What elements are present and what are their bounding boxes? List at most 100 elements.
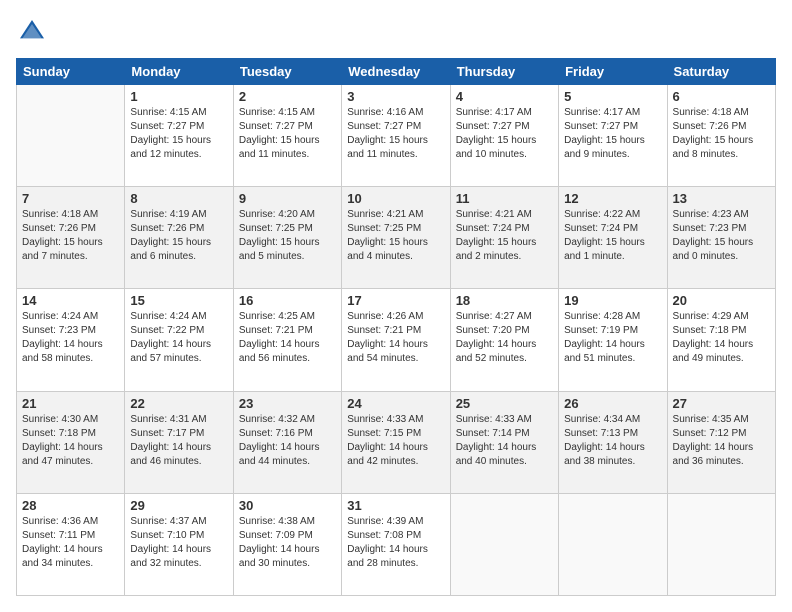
day-number: 14 (22, 293, 119, 308)
cell-info: Sunrise: 4:27 AM Sunset: 7:20 PM Dayligh… (456, 310, 553, 366)
calendar-cell: 7Sunrise: 4:18 AM Sunset: 7:26 PM Daylig… (17, 187, 125, 289)
cell-info: Sunrise: 4:21 AM Sunset: 7:25 PM Dayligh… (347, 208, 444, 264)
day-header-saturday: Saturday (667, 59, 775, 85)
day-header-friday: Friday (559, 59, 667, 85)
cell-info: Sunrise: 4:33 AM Sunset: 7:15 PM Dayligh… (347, 413, 444, 469)
cell-info: Sunrise: 4:19 AM Sunset: 7:26 PM Dayligh… (130, 208, 227, 264)
calendar-cell (667, 493, 775, 595)
cell-info: Sunrise: 4:22 AM Sunset: 7:24 PM Dayligh… (564, 208, 661, 264)
cell-info: Sunrise: 4:23 AM Sunset: 7:23 PM Dayligh… (673, 208, 770, 264)
day-number: 12 (564, 191, 661, 206)
cell-info: Sunrise: 4:32 AM Sunset: 7:16 PM Dayligh… (239, 413, 336, 469)
calendar-cell: 21Sunrise: 4:30 AM Sunset: 7:18 PM Dayli… (17, 391, 125, 493)
calendar-cell (17, 85, 125, 187)
day-number: 16 (239, 293, 336, 308)
calendar-cell: 2 Sunrise: 4:15 AM Sunset: 7:27 PM Daylig… (233, 85, 341, 187)
week-row-5: 28 Sunrise: 4:36 AM Sunset: 7:11 PM Dayli… (17, 493, 776, 595)
cell-info: Sunrise: 4:30 AM Sunset: 7:18 PM Dayligh… (22, 413, 119, 469)
cell-info: Sunrise: 4:16 AM Sunset: 7:27 PM Dayligh… (347, 106, 444, 162)
calendar-cell: 10 Sunrise: 4:21 AM Sunset: 7:25 PM Dayli… (342, 187, 450, 289)
calendar-body: 1 Sunrise: 4:15 AM Sunset: 7:27 PM Daylig… (17, 85, 776, 596)
day-header-row: SundayMondayTuesdayWednesdayThursdayFrid… (17, 59, 776, 85)
calendar-cell: 4 Sunrise: 4:17 AM Sunset: 7:27 PM Daylig… (450, 85, 558, 187)
calendar-cell: 24 Sunrise: 4:33 AM Sunset: 7:15 PM Dayli… (342, 391, 450, 493)
logo (16, 16, 52, 48)
calendar-cell: 27Sunrise: 4:35 AM Sunset: 7:12 PM Dayli… (667, 391, 775, 493)
calendar-cell: 20 Sunrise: 4:29 AM Sunset: 7:18 PM Dayli… (667, 289, 775, 391)
cell-info: Sunrise: 4:20 AM Sunset: 7:25 PM Dayligh… (239, 208, 336, 264)
calendar-cell: 18Sunrise: 4:27 AM Sunset: 7:20 PM Dayli… (450, 289, 558, 391)
day-header-thursday: Thursday (450, 59, 558, 85)
calendar-cell: 29 Sunrise: 4:37 AM Sunset: 7:10 PM Dayli… (125, 493, 233, 595)
day-header-monday: Monday (125, 59, 233, 85)
cell-info: Sunrise: 4:25 AM Sunset: 7:21 PM Dayligh… (239, 310, 336, 366)
calendar-cell: 30Sunrise: 4:38 AM Sunset: 7:09 PM Dayli… (233, 493, 341, 595)
cell-info: Sunrise: 4:15 AM Sunset: 7:27 PM Dayligh… (239, 106, 336, 162)
cell-info: Sunrise: 4:24 AM Sunset: 7:22 PM Dayligh… (130, 310, 227, 366)
day-number: 22 (130, 396, 227, 411)
day-number: 20 (673, 293, 770, 308)
calendar-cell: 15 Sunrise: 4:24 AM Sunset: 7:22 PM Dayli… (125, 289, 233, 391)
day-number: 15 (130, 293, 227, 308)
calendar-cell: 26 Sunrise: 4:34 AM Sunset: 7:13 PM Dayli… (559, 391, 667, 493)
day-header-wednesday: Wednesday (342, 59, 450, 85)
cell-info: Sunrise: 4:17 AM Sunset: 7:27 PM Dayligh… (456, 106, 553, 162)
calendar-cell: 19 Sunrise: 4:28 AM Sunset: 7:19 PM Dayli… (559, 289, 667, 391)
day-number: 30 (239, 498, 336, 513)
cell-info: Sunrise: 4:18 AM Sunset: 7:26 PM Dayligh… (673, 106, 770, 162)
cell-info: Sunrise: 4:36 AM Sunset: 7:11 PM Dayligh… (22, 515, 119, 571)
day-number: 28 (22, 498, 119, 513)
day-header-tuesday: Tuesday (233, 59, 341, 85)
day-number: 11 (456, 191, 553, 206)
cell-info: Sunrise: 4:29 AM Sunset: 7:18 PM Dayligh… (673, 310, 770, 366)
day-number: 10 (347, 191, 444, 206)
calendar-cell (559, 493, 667, 595)
calendar-cell: 9 Sunrise: 4:20 AM Sunset: 7:25 PM Daylig… (233, 187, 341, 289)
day-number: 6 (673, 89, 770, 104)
cell-info: Sunrise: 4:26 AM Sunset: 7:21 PM Dayligh… (347, 310, 444, 366)
cell-info: Sunrise: 4:35 AM Sunset: 7:12 PM Dayligh… (673, 413, 770, 469)
week-row-4: 21Sunrise: 4:30 AM Sunset: 7:18 PM Dayli… (17, 391, 776, 493)
calendar-cell: 6 Sunrise: 4:18 AM Sunset: 7:26 PM Daylig… (667, 85, 775, 187)
header (16, 16, 776, 48)
day-number: 26 (564, 396, 661, 411)
cell-info: Sunrise: 4:17 AM Sunset: 7:27 PM Dayligh… (564, 106, 661, 162)
week-row-3: 14 Sunrise: 4:24 AM Sunset: 7:23 PM Dayli… (17, 289, 776, 391)
day-number: 23 (239, 396, 336, 411)
calendar-cell: 14 Sunrise: 4:24 AM Sunset: 7:23 PM Dayli… (17, 289, 125, 391)
day-number: 4 (456, 89, 553, 104)
cell-info: Sunrise: 4:33 AM Sunset: 7:14 PM Dayligh… (456, 413, 553, 469)
day-number: 5 (564, 89, 661, 104)
calendar-cell: 13 Sunrise: 4:23 AM Sunset: 7:23 PM Dayli… (667, 187, 775, 289)
week-row-2: 7Sunrise: 4:18 AM Sunset: 7:26 PM Daylig… (17, 187, 776, 289)
calendar-cell: 5 Sunrise: 4:17 AM Sunset: 7:27 PM Daylig… (559, 85, 667, 187)
cell-info: Sunrise: 4:37 AM Sunset: 7:10 PM Dayligh… (130, 515, 227, 571)
cell-info: Sunrise: 4:28 AM Sunset: 7:19 PM Dayligh… (564, 310, 661, 366)
cell-info: Sunrise: 4:15 AM Sunset: 7:27 PM Dayligh… (130, 106, 227, 162)
cell-info: Sunrise: 4:34 AM Sunset: 7:13 PM Dayligh… (564, 413, 661, 469)
cell-info: Sunrise: 4:24 AM Sunset: 7:23 PM Dayligh… (22, 310, 119, 366)
cell-info: Sunrise: 4:39 AM Sunset: 7:08 PM Dayligh… (347, 515, 444, 571)
calendar-cell: 25Sunrise: 4:33 AM Sunset: 7:14 PM Dayli… (450, 391, 558, 493)
day-number: 3 (347, 89, 444, 104)
day-number: 19 (564, 293, 661, 308)
calendar-header: SundayMondayTuesdayWednesdayThursdayFrid… (17, 59, 776, 85)
calendar-cell: 16 Sunrise: 4:25 AM Sunset: 7:21 PM Dayli… (233, 289, 341, 391)
week-row-1: 1 Sunrise: 4:15 AM Sunset: 7:27 PM Daylig… (17, 85, 776, 187)
calendar-table: SundayMondayTuesdayWednesdayThursdayFrid… (16, 58, 776, 596)
day-number: 9 (239, 191, 336, 206)
day-number: 2 (239, 89, 336, 104)
day-number: 13 (673, 191, 770, 206)
logo-icon (16, 16, 48, 48)
day-number: 7 (22, 191, 119, 206)
calendar-cell: 8Sunrise: 4:19 AM Sunset: 7:26 PM Daylig… (125, 187, 233, 289)
calendar-cell: 22Sunrise: 4:31 AM Sunset: 7:17 PM Dayli… (125, 391, 233, 493)
page: SundayMondayTuesdayWednesdayThursdayFrid… (0, 0, 792, 612)
cell-info: Sunrise: 4:21 AM Sunset: 7:24 PM Dayligh… (456, 208, 553, 264)
calendar-cell: 1 Sunrise: 4:15 AM Sunset: 7:27 PM Daylig… (125, 85, 233, 187)
calendar-cell: 12 Sunrise: 4:22 AM Sunset: 7:24 PM Dayli… (559, 187, 667, 289)
day-number: 24 (347, 396, 444, 411)
day-number: 29 (130, 498, 227, 513)
day-header-sunday: Sunday (17, 59, 125, 85)
day-number: 1 (130, 89, 227, 104)
